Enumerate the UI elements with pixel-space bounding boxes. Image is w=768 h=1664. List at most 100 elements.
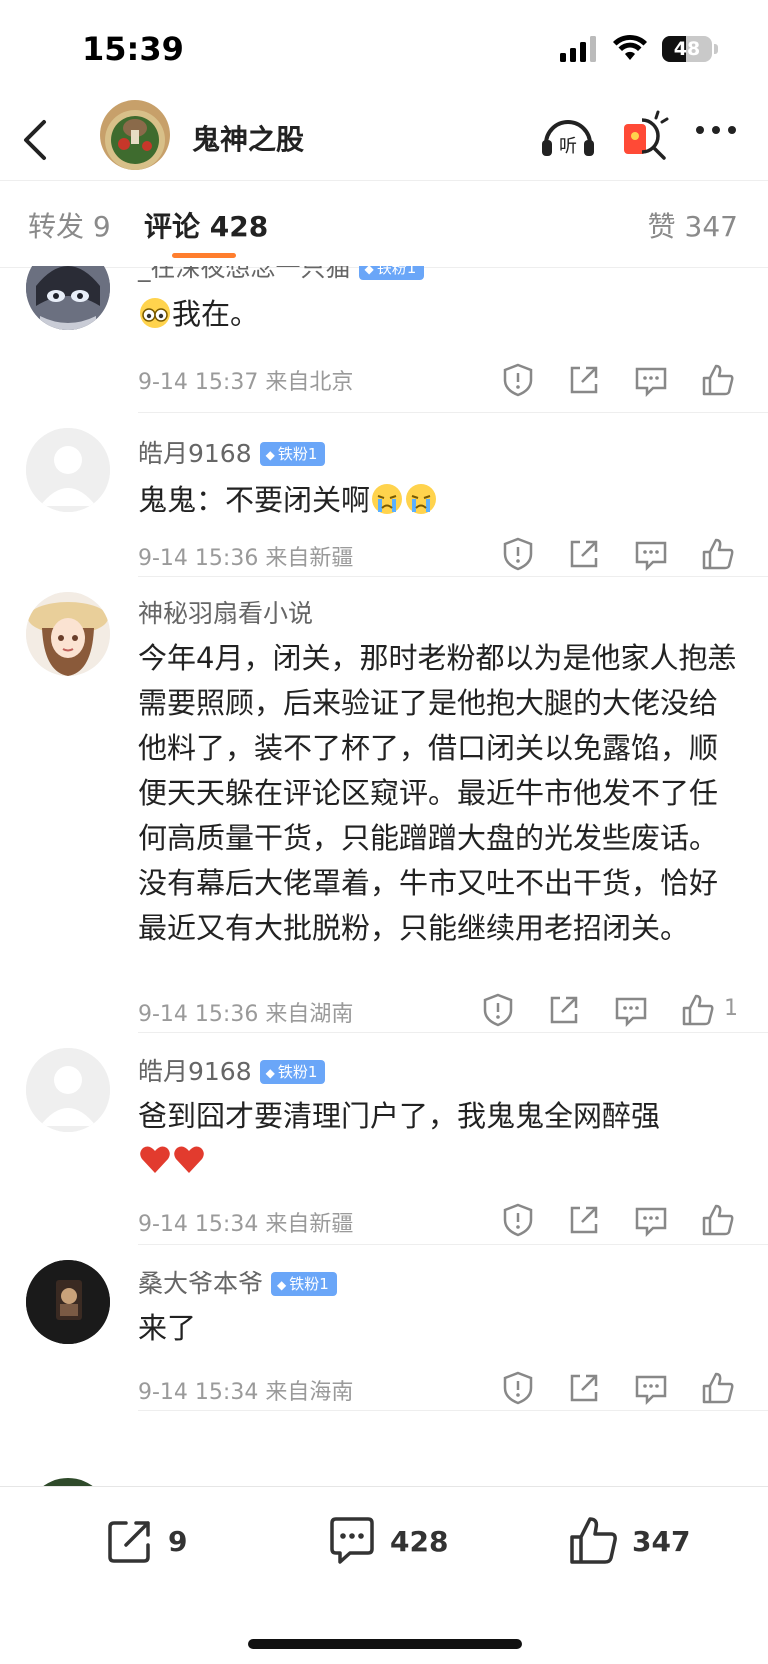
comment-meta: 9-14 15:37 来自北京	[138, 370, 354, 395]
battery-level: 48	[673, 38, 701, 60]
comment-author[interactable]: 皓月9168 铁粉1	[138, 434, 326, 470]
comment-actions	[500, 1370, 740, 1410]
fan-badge: 铁粉1	[271, 1272, 337, 1296]
comment-item: 皓月9168 铁粉1 爸到囧才要清理门户了，我鬼鬼全网醉强 9-14 15:34 …	[0, 1032, 768, 1245]
wifi-icon	[613, 34, 647, 60]
svg-text:听: 听	[559, 136, 577, 157]
reply-icon[interactable]	[633, 1202, 669, 1238]
like-count: 1	[724, 996, 738, 1021]
comment-text: 我在。	[138, 292, 738, 337]
repost-count: 9	[168, 1525, 188, 1558]
like-thumb-icon[interactable]	[700, 1370, 736, 1406]
comment-item: 神秘羽扇看小说 今年4月，闭关，那时老粉都以为是他家人抱恙需要照顾，后来验证了是…	[0, 576, 768, 1033]
author-name: _在深夜想念一只猫	[138, 266, 351, 282]
comment-meta: 9-14 15:34 来自新疆	[138, 1212, 354, 1237]
more-dots-icon[interactable]	[694, 120, 738, 140]
default-avatar-icon	[26, 428, 110, 512]
battery-icon: 48	[662, 36, 712, 62]
crying-emoji-icon	[372, 484, 403, 514]
tab-likes[interactable]: 赞 347	[648, 205, 738, 245]
blogger-avatar[interactable]	[100, 100, 170, 170]
comment-button[interactable]: 428	[326, 1515, 466, 1571]
report-shield-icon[interactable]	[500, 1370, 536, 1406]
signal-icon	[560, 36, 596, 62]
comment-item: 皓月9168 铁粉1 鬼鬼：不要闭关啊 9-14 15:36 来自新疆	[0, 412, 768, 577]
food-dish-avatar-icon	[100, 100, 170, 170]
repost-button[interactable]: 9	[104, 1515, 234, 1571]
comment-meta: 9-14 15:36 来自新疆	[138, 546, 354, 571]
reply-icon[interactable]	[633, 362, 669, 398]
reply-icon[interactable]	[613, 992, 649, 1028]
report-shield-icon[interactable]	[500, 1202, 536, 1238]
avatar[interactable]	[26, 428, 110, 512]
report-shield-icon[interactable]	[500, 536, 536, 572]
repost-share-icon	[108, 1521, 150, 1563]
like-thumb-icon[interactable]	[700, 362, 736, 398]
like-count: 347	[632, 1525, 691, 1558]
reply-icon[interactable]	[633, 1370, 669, 1406]
author-name: 桑大爷本爷	[138, 1269, 264, 1298]
fan-badge: 铁粉1	[259, 1060, 326, 1084]
fan-badge: 铁粉1	[358, 266, 425, 280]
comment-actions	[500, 536, 740, 576]
comment-author[interactable]: 神秘羽扇看小说	[138, 594, 313, 630]
back-chevron-icon[interactable]	[20, 118, 50, 162]
comment-actions	[500, 1202, 740, 1242]
headphones-listen-icon[interactable]: 听	[540, 114, 596, 160]
tab-comments[interactable]: 评论 428	[144, 205, 268, 245]
comment-author[interactable]: _在深夜想念一只猫铁粉1	[138, 266, 425, 284]
detail-tabs: 转发 9 评论 428 赞 347	[0, 180, 768, 268]
share-icon[interactable]	[566, 536, 602, 572]
crying-emoji-icon	[406, 484, 437, 514]
red-heart-icon	[174, 1146, 204, 1173]
anime-avatar-icon	[26, 266, 110, 330]
author-name: 皓月9168	[138, 1057, 252, 1086]
like-button[interactable]: 347	[568, 1515, 708, 1571]
comment-list[interactable]: _在深夜想念一只猫铁粉1 我在。 9-14 15:37 来自北京 皓月9168 铁…	[0, 266, 768, 1486]
status-time: 15:39	[82, 30, 184, 68]
share-icon[interactable]	[566, 362, 602, 398]
active-tab-indicator	[172, 253, 236, 258]
avatar[interactable]	[26, 1048, 110, 1132]
comment-meta: 9-14 15:36 来自湖南	[138, 1002, 354, 1027]
comment-item: _在深夜想念一只猫铁粉1 我在。 9-14 15:37 来自北京	[0, 266, 768, 414]
share-icon[interactable]	[546, 992, 582, 1028]
blogger-name[interactable]: 鬼神之股	[192, 118, 304, 158]
tab-repost[interactable]: 转发 9	[28, 205, 111, 245]
share-icon[interactable]	[566, 1370, 602, 1406]
girl-avatar-icon	[26, 592, 110, 676]
comment-meta: 9-14 15:34 来自海南	[138, 1380, 354, 1405]
nav-bar: 鬼神之股 听	[0, 100, 768, 180]
avatar[interactable]	[26, 1478, 110, 1486]
comment-actions	[500, 362, 740, 402]
reply-icon[interactable]	[633, 536, 669, 572]
like-thumb-icon[interactable]	[700, 536, 736, 572]
report-shield-icon[interactable]	[500, 362, 536, 398]
red-envelope-icon[interactable]	[620, 110, 670, 160]
fan-badge: 铁粉1	[259, 442, 326, 466]
comment-author[interactable]: 皓月9168 铁粉1	[138, 1052, 326, 1088]
bottom-action-bar: 9 428 347	[0, 1486, 768, 1664]
comment-item: 桑大爷本爷铁粉1 来了 9-14 15:34 来自海南	[0, 1244, 768, 1411]
comment-count: 428	[390, 1525, 449, 1558]
report-shield-icon[interactable]	[480, 992, 516, 1028]
like-thumb-icon[interactable]	[680, 992, 716, 1028]
comment-divider	[138, 1410, 768, 1411]
comment-text: 来了	[138, 1311, 197, 1345]
crying-eyes-emoji-icon	[140, 298, 170, 328]
avatar[interactable]	[26, 592, 110, 676]
comment-author[interactable]: 桑大爷本爷铁粉1	[138, 1264, 337, 1300]
default-avatar-icon	[26, 1048, 110, 1132]
battery-tip	[714, 44, 718, 54]
like-thumb-icon[interactable]	[700, 1202, 736, 1238]
comment-bubble-icon	[330, 1517, 374, 1564]
share-icon[interactable]	[566, 1202, 602, 1238]
comment-text: 爸到囧才要清理门户了，我鬼鬼全网醉强	[138, 1094, 738, 1184]
red-heart-icon	[140, 1146, 170, 1173]
dark-photo-avatar-icon	[26, 1260, 110, 1344]
avatar[interactable]	[26, 266, 110, 330]
avatar[interactable]	[26, 1260, 110, 1344]
comment-actions: 1	[480, 992, 740, 1032]
author-name: 皓月9168	[138, 439, 252, 468]
comment-text: 鬼鬼：不要闭关啊	[138, 478, 738, 523]
